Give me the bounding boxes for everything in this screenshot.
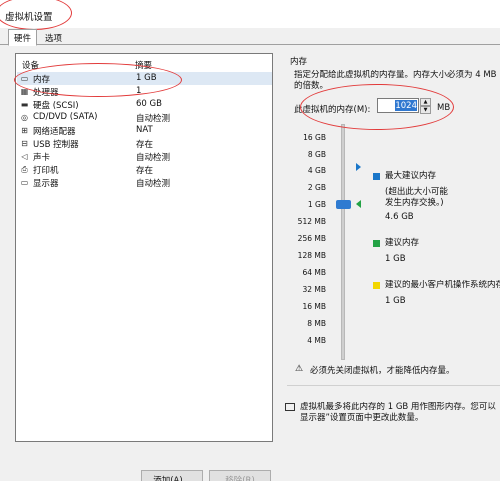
device-list: 设备 摘要 ▭ 内存 1 GB ▦ 处理器 1 ▬ 硬盘 (SCSI) 60 G… xyxy=(15,53,273,442)
scale-label: 128 MB xyxy=(297,251,326,260)
device-summary: 1 xyxy=(136,86,142,96)
tab-options[interactable]: 选项 xyxy=(40,30,67,45)
display-icon: ▭ xyxy=(20,178,29,187)
device-name: USB 控制器 xyxy=(33,140,79,150)
device-name: 内存 xyxy=(33,75,51,85)
scale-label: 2 GB xyxy=(307,183,326,192)
scale-label: 4 MB xyxy=(307,336,326,345)
processor-icon: ▦ xyxy=(20,87,29,96)
scale-label: 512 MB xyxy=(297,217,326,226)
device-name: CD/DVD (SATA) xyxy=(33,112,98,122)
device-row-cd-dvd[interactable]: ◎ CD/DVD (SATA) 自动检测 xyxy=(17,111,272,124)
device-name: 处理器 xyxy=(33,88,59,98)
memory-slider-track[interactable] xyxy=(341,124,345,360)
graphics-memory-info: 虚拟机最多将此内存的 1 GB 用作图形内存。您可以 显示器”设置页面中更改此数… xyxy=(300,402,500,424)
add-device-button[interactable]: 添加(A)... xyxy=(141,470,203,481)
scale-label: 64 MB xyxy=(302,268,326,277)
device-summary: NAT xyxy=(136,125,153,135)
device-name: 网络适配器 xyxy=(33,127,76,137)
memory-icon: ▭ xyxy=(20,74,29,83)
device-name: 显示器 xyxy=(33,179,59,189)
device-row-usb[interactable]: ⊟ USB 控制器 存在 xyxy=(17,137,272,150)
harddisk-icon: ▬ xyxy=(20,100,29,109)
scale-label: 1 GB xyxy=(307,200,326,209)
title-bar: 虚拟机设置 xyxy=(0,0,500,28)
divider xyxy=(287,385,500,386)
device-row-sound[interactable]: ◁ 声卡 自动检测 xyxy=(17,150,272,163)
usb-icon: ⊟ xyxy=(21,139,28,148)
guest-min-swatch xyxy=(373,282,380,289)
scale-label: 8 GB xyxy=(307,150,326,159)
memory-description: 指定分配给此虚拟机的内存量。内存大小必须为 4 MB 的倍数。 xyxy=(294,70,500,92)
recommended-swatch xyxy=(373,240,380,247)
device-row-display[interactable]: ▭ 显示器 自动检测 xyxy=(17,176,272,189)
info-icon xyxy=(285,403,295,411)
device-row-memory[interactable]: ▭ 内存 1 GB xyxy=(17,72,272,85)
device-summary: 存在 xyxy=(136,140,154,150)
memory-section-title: 内存 xyxy=(290,57,308,67)
memory-unit: MB xyxy=(437,103,451,113)
cd-dvd-icon: ◎ xyxy=(21,113,28,122)
graphics-memory-info-line2: 显示器”设置页面中更改此数量。 xyxy=(300,413,424,423)
memory-field-label: 此虚拟机的内存(M): xyxy=(294,105,371,115)
graphics-memory-info-line1: 虚拟机最多将此内存的 1 GB 用作图形内存。您可以 xyxy=(300,402,496,412)
warning-text: 必须先关闭虚拟机，才能降低内存量。 xyxy=(310,366,455,376)
guest-min-value: 1 GB xyxy=(385,296,406,306)
memory-spin-down-button[interactable]: ▼ xyxy=(420,106,431,114)
scale-label: 256 MB xyxy=(297,234,326,243)
device-list-header: 设备 摘要 xyxy=(16,57,272,71)
scale-label: 8 MB xyxy=(307,319,326,328)
recommended-value: 1 GB xyxy=(385,254,406,264)
network-adapter-icon: ⊞ xyxy=(21,126,28,135)
memory-slider-thumb[interactable] xyxy=(336,200,351,209)
memory-spin-up-button[interactable]: ▲ xyxy=(420,98,431,106)
scale-label: 16 MB xyxy=(302,302,326,311)
warning-icon: ⚠ xyxy=(295,364,304,374)
device-summary: 60 GB xyxy=(136,99,162,109)
max-recommended-swatch xyxy=(373,173,380,180)
recommended-marker xyxy=(356,200,361,208)
tab-strip: 硬件 选项 xyxy=(0,28,500,46)
sound-card-icon: ◁ xyxy=(21,152,28,161)
max-recommended-note-1: (超出此大小可能 xyxy=(385,187,448,197)
device-name: 硬盘 (SCSI) xyxy=(33,101,79,111)
max-recommended-value: 4.6 GB xyxy=(385,212,414,222)
device-row-network[interactable]: ⊞ 网络适配器 NAT xyxy=(17,124,272,137)
printer-icon: ⎙ xyxy=(21,165,28,174)
column-header-summary[interactable]: 摘要 xyxy=(135,59,152,71)
device-row-printer[interactable]: ⎙ 打印机 存在 xyxy=(17,163,272,176)
device-summary: 自动检测 xyxy=(136,153,171,163)
scale-label: 16 GB xyxy=(303,133,326,142)
device-summary: 自动检测 xyxy=(136,179,171,189)
guest-min-label: 建议的最小客户机操作系统内存 xyxy=(385,280,500,290)
memory-input-value[interactable]: 1024 xyxy=(394,101,417,111)
max-recommended-marker xyxy=(356,163,361,171)
device-row-harddisk[interactable]: ▬ 硬盘 (SCSI) 60 GB xyxy=(17,98,272,111)
memory-description-line2: 的倍数。 xyxy=(294,81,329,91)
max-recommended-label: 最大建议内存 xyxy=(385,171,437,181)
remove-device-button[interactable]: 移除(R) xyxy=(209,470,271,481)
device-summary: 存在 xyxy=(136,166,154,176)
device-row-processor[interactable]: ▦ 处理器 1 xyxy=(17,85,272,98)
scale-label: 32 MB xyxy=(302,285,326,294)
device-name: 打印机 xyxy=(33,166,59,176)
device-summary: 1 GB xyxy=(136,73,157,83)
tab-hardware[interactable]: 硬件 xyxy=(8,29,38,46)
window-title: 虚拟机设置 xyxy=(5,12,53,23)
device-name: 声卡 xyxy=(33,153,51,163)
max-recommended-note-2: 发生内存交换。) xyxy=(385,198,444,208)
scale-label: 4 GB xyxy=(307,166,326,175)
device-summary: 自动检测 xyxy=(136,114,171,124)
column-header-device[interactable]: 设备 xyxy=(22,59,39,71)
memory-description-line1: 指定分配给此虚拟机的内存量。内存大小必须为 4 MB xyxy=(294,70,497,80)
recommended-label: 建议内存 xyxy=(385,238,420,248)
